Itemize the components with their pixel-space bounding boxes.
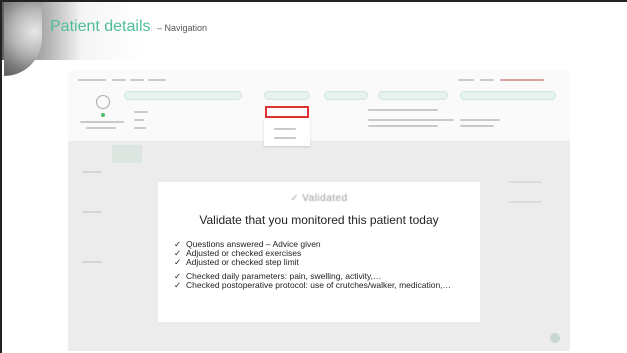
- side-tab[interactable]: [112, 145, 142, 163]
- validation-dialog: ✓ Validated Validate that you monitored t…: [158, 182, 480, 322]
- blurred-patient-info: [86, 127, 116, 129]
- status-dropdown-menu[interactable]: [264, 118, 310, 146]
- blurred-right-value: [508, 181, 542, 183]
- avatar: [96, 95, 110, 109]
- list-item-label: Checked postoperative protocol: use of c…: [186, 280, 452, 290]
- blurred-tab: [124, 91, 242, 100]
- blurred-sidebar-item: [82, 171, 102, 173]
- blurred-menu-item: [148, 79, 166, 81]
- validated-heading-text: Validated: [302, 193, 348, 204]
- blurred-sidebar-item: [82, 211, 102, 213]
- blurred-menu-item: [112, 79, 126, 81]
- checklist: ✓ Questions answered – Advice given ✓ Adju…: [174, 240, 474, 290]
- status-dot: [101, 113, 105, 117]
- check-icon: ✓: [174, 257, 182, 267]
- list-item: ✓ Adjusted or checked step limit: [174, 258, 474, 267]
- blurred-field: [460, 119, 500, 121]
- slide-title-main: Patient details: [50, 18, 151, 35]
- validated-heading: ✓ Validated: [158, 193, 480, 204]
- app-header-area: [68, 71, 570, 146]
- blurred-tab: [264, 91, 310, 100]
- list-item-label: Adjusted or checked step limit: [186, 257, 299, 267]
- blurred-user-area: [500, 79, 544, 81]
- blurred-tab: [324, 91, 368, 100]
- blurred-field: [134, 127, 146, 129]
- blurred-sidebar-item: [82, 261, 102, 263]
- blurred-tab: [378, 91, 448, 100]
- blurred-menu-item: [130, 79, 144, 81]
- blurred-field: [134, 111, 148, 113]
- validation-question: Validate that you monitored this patient…: [199, 213, 439, 227]
- blurred-field: [134, 119, 144, 121]
- chat-icon[interactable]: [550, 333, 560, 343]
- check-icon: ✓: [174, 280, 182, 290]
- blurred-menu-item: [480, 79, 494, 81]
- dropdown-option[interactable]: [274, 128, 296, 130]
- blurred-logo: [78, 79, 106, 81]
- blurred-field: [368, 125, 438, 127]
- blurred-right-value: [508, 201, 542, 203]
- dropdown-option[interactable]: [274, 137, 296, 139]
- list-item: ✓ Checked postoperative protocol: use of …: [174, 281, 474, 290]
- check-icon: ✓: [290, 193, 300, 204]
- blurred-patient-name: [80, 121, 124, 123]
- blurred-field: [460, 125, 494, 127]
- slide-title: Patient details – Navigation: [50, 18, 207, 36]
- blurred-menu-item: [458, 79, 474, 81]
- highlighted-validate-option[interactable]: [265, 106, 309, 118]
- blurred-field: [368, 109, 438, 111]
- blurred-field: [368, 119, 454, 121]
- slide-subtitle: – Navigation: [156, 23, 208, 33]
- blurred-tab: [460, 91, 556, 100]
